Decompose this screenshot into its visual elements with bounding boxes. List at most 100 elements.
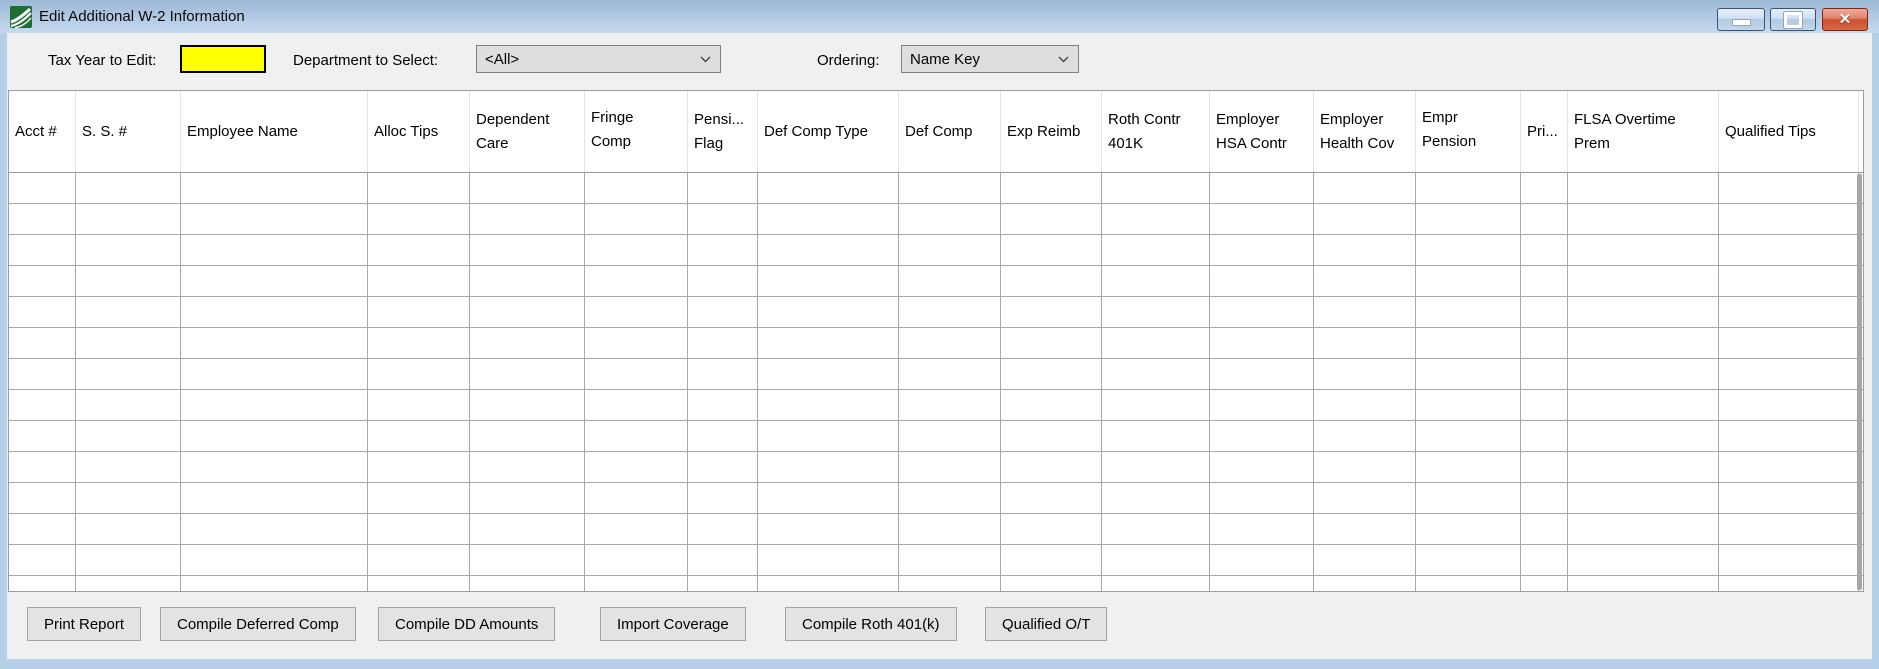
table-cell[interactable] — [1719, 359, 1859, 389]
table-cell[interactable] — [181, 328, 368, 358]
table-cell[interactable] — [585, 390, 688, 420]
table-cell[interactable] — [1001, 328, 1102, 358]
table-cell[interactable] — [76, 266, 181, 296]
table-cell[interactable] — [181, 390, 368, 420]
table-cell[interactable] — [1521, 173, 1568, 203]
table-cell[interactable] — [1416, 390, 1521, 420]
table-cell[interactable] — [1416, 328, 1521, 358]
table-cell[interactable] — [1314, 173, 1416, 203]
table-cell[interactable] — [1314, 576, 1416, 592]
table-cell[interactable] — [368, 266, 470, 296]
table-cell[interactable] — [1001, 235, 1102, 265]
table-cell[interactable] — [688, 576, 758, 592]
tax-year-input[interactable] — [180, 45, 266, 73]
table-cell[interactable] — [1102, 204, 1210, 234]
table-cell[interactable] — [1719, 328, 1859, 358]
table-cell[interactable] — [1521, 204, 1568, 234]
table-cell[interactable] — [76, 297, 181, 327]
table-cell[interactable] — [470, 266, 585, 296]
table-cell[interactable] — [181, 452, 368, 482]
header-cell-def-comp[interactable]: Def Comp — [899, 91, 1001, 172]
table-cell[interactable] — [585, 204, 688, 234]
header-cell-employer-hsa-contr[interactable]: EmployerHSA Contr — [1210, 91, 1314, 172]
table-cell[interactable] — [1416, 514, 1521, 544]
table-cell[interactable] — [899, 173, 1001, 203]
table-cell[interactable] — [1210, 204, 1314, 234]
table-cell[interactable] — [899, 514, 1001, 544]
table-cell[interactable] — [585, 483, 688, 513]
table-cell[interactable] — [688, 359, 758, 389]
table-cell[interactable] — [181, 173, 368, 203]
table-cell[interactable] — [76, 514, 181, 544]
header-cell-employer-health-cov[interactable]: EmployerHealth Cov — [1314, 91, 1416, 172]
table-cell[interactable] — [9, 576, 76, 592]
table-cell[interactable] — [758, 483, 899, 513]
table-cell[interactable] — [1001, 204, 1102, 234]
table-cell[interactable] — [585, 452, 688, 482]
compile-deferred-comp-button[interactable]: Compile Deferred Comp — [160, 607, 356, 641]
table-cell[interactable] — [76, 483, 181, 513]
table-cell[interactable] — [368, 452, 470, 482]
table-cell[interactable] — [368, 483, 470, 513]
table-cell[interactable] — [758, 421, 899, 451]
table-cell[interactable] — [758, 266, 899, 296]
table-cell[interactable] — [1719, 514, 1859, 544]
table-cell[interactable] — [1568, 204, 1719, 234]
table-cell[interactable] — [1314, 297, 1416, 327]
table-cell[interactable] — [1210, 173, 1314, 203]
table-cell[interactable] — [1210, 266, 1314, 296]
table-cell[interactable] — [688, 483, 758, 513]
table-cell[interactable] — [1568, 452, 1719, 482]
compile-roth-401-k-button[interactable]: Compile Roth 401(k) — [785, 607, 957, 641]
table-cell[interactable] — [1521, 297, 1568, 327]
table-cell[interactable] — [76, 421, 181, 451]
table-cell[interactable] — [1568, 235, 1719, 265]
table-cell[interactable] — [1521, 235, 1568, 265]
table-cell[interactable] — [758, 173, 899, 203]
table-cell[interactable] — [1521, 576, 1568, 592]
table-cell[interactable] — [181, 545, 368, 575]
table-cell[interactable] — [1719, 266, 1859, 296]
table-cell[interactable] — [1210, 235, 1314, 265]
import-coverage-button[interactable]: Import Coverage — [600, 607, 746, 641]
table-cell[interactable] — [1521, 328, 1568, 358]
table-cell[interactable] — [1568, 328, 1719, 358]
table-cell[interactable] — [181, 514, 368, 544]
table-cell[interactable] — [1001, 452, 1102, 482]
table-cell[interactable] — [899, 421, 1001, 451]
table-cell[interactable] — [181, 359, 368, 389]
header-cell-roth-contr-401k[interactable]: Roth Contr401K — [1102, 91, 1210, 172]
table-cell[interactable] — [470, 483, 585, 513]
table-cell[interactable] — [368, 359, 470, 389]
table-cell[interactable] — [899, 576, 1001, 592]
table-cell[interactable] — [1568, 545, 1719, 575]
header-cell-s-s[interactable]: S. S. # — [76, 91, 181, 172]
table-cell[interactable] — [585, 545, 688, 575]
table-cell[interactable] — [688, 266, 758, 296]
qualified-o-t-button[interactable]: Qualified O/T — [985, 607, 1107, 641]
table-cell[interactable] — [9, 390, 76, 420]
table-cell[interactable] — [470, 235, 585, 265]
table-cell[interactable] — [9, 359, 76, 389]
table-cell[interactable] — [688, 297, 758, 327]
table-cell[interactable] — [76, 359, 181, 389]
table-cell[interactable] — [1102, 421, 1210, 451]
table-cell[interactable] — [1001, 576, 1102, 592]
table-cell[interactable] — [585, 328, 688, 358]
table-cell[interactable] — [9, 452, 76, 482]
table-cell[interactable] — [1102, 514, 1210, 544]
table-cell[interactable] — [368, 297, 470, 327]
table-cell[interactable] — [1210, 328, 1314, 358]
table-cell[interactable] — [1719, 452, 1859, 482]
header-cell-alloc-tips[interactable]: Alloc Tips — [368, 91, 470, 172]
table-cell[interactable] — [1521, 545, 1568, 575]
table-cell[interactable] — [585, 266, 688, 296]
table-cell[interactable] — [688, 514, 758, 544]
table-cell[interactable] — [899, 328, 1001, 358]
table-cell[interactable] — [1210, 390, 1314, 420]
table-cell[interactable] — [9, 421, 76, 451]
table-cell[interactable] — [585, 514, 688, 544]
table-cell[interactable] — [1416, 266, 1521, 296]
table-cell[interactable] — [1416, 297, 1521, 327]
table-cell[interactable] — [1314, 359, 1416, 389]
